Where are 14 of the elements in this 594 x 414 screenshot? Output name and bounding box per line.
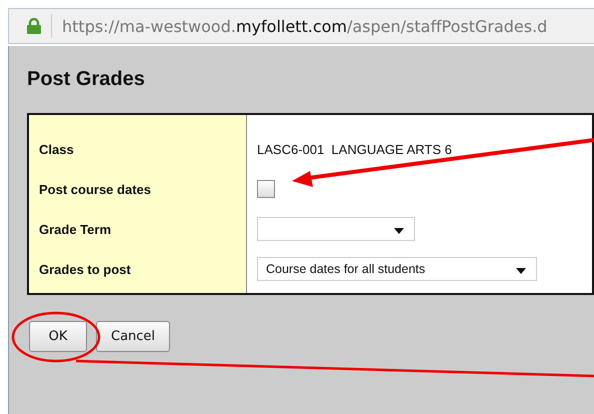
url-text: https://ma-westwood.myfollett.com/aspen/staffPostGrades.d	[62, 16, 548, 36]
checkbox[interactable]	[257, 180, 275, 198]
caret-icon	[394, 228, 404, 234]
field-label: Class	[39, 142, 74, 156]
field-label: Grade Term	[39, 222, 112, 236]
field-value: LASC6-001 LANGUAGE ARTS 6	[257, 142, 452, 156]
dialog-title: Post Grades	[27, 68, 146, 91]
dialog-button[interactable]: OK	[29, 321, 87, 352]
dialog-button[interactable]: Cancel	[96, 321, 170, 352]
field-label: Grades to post	[39, 262, 131, 276]
address-bar[interactable]: https://ma-westwood.myfollett.com/aspen/staffPostGrades.d	[8, 8, 594, 44]
dropdown[interactable]: Course dates for all students	[257, 257, 537, 281]
field-label: Post course dates	[39, 182, 151, 196]
caret-icon	[516, 268, 526, 274]
